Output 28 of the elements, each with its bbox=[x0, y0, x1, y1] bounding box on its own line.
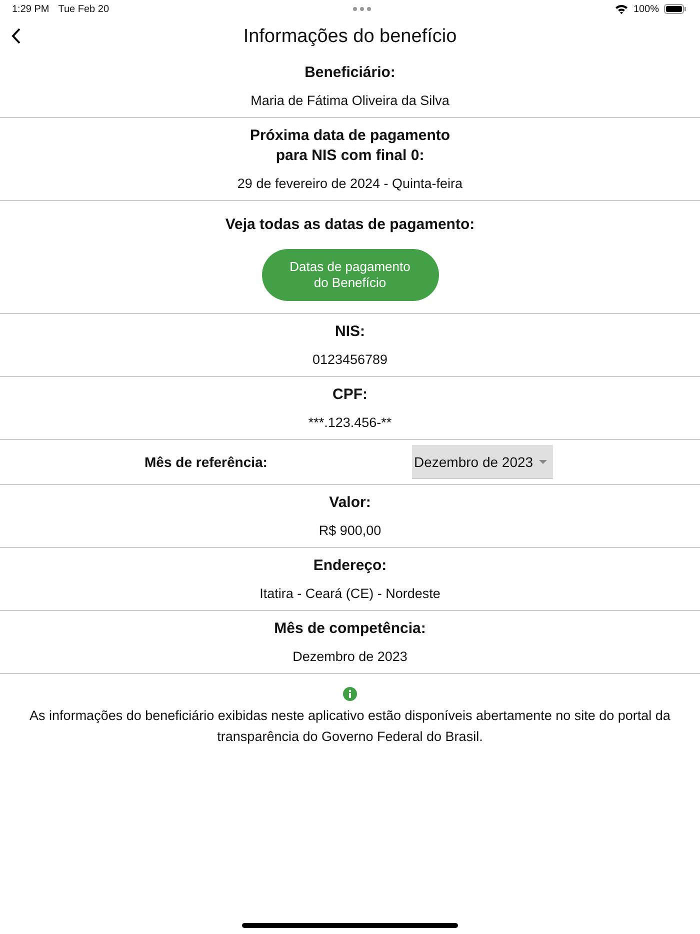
battery-level: 100% bbox=[633, 4, 660, 14]
battery-icon bbox=[664, 4, 686, 14]
field-label: Próxima data de pagamento para NIS com final 0: bbox=[250, 126, 450, 166]
month-dropdown[interactable]: Dezembro de 2023 bbox=[412, 445, 554, 479]
field-value: 29 de fevereiro de 2024 - Quinta-feira bbox=[237, 176, 463, 191]
field-value: R$ 900,00 bbox=[318, 523, 382, 538]
field-label: Valor: bbox=[329, 493, 371, 513]
status-time: 1:29 PM bbox=[12, 4, 50, 14]
back-icon[interactable] bbox=[11, 28, 21, 44]
field-value: Maria de Fátima Oliveira da Silva bbox=[250, 93, 450, 108]
screen-title: Informações do benefício bbox=[243, 26, 457, 48]
wifi-icon bbox=[615, 4, 628, 14]
field-label: Mês de referência: bbox=[144, 453, 268, 472]
field-label: Beneficiário: bbox=[304, 63, 396, 83]
caret-icon bbox=[539, 460, 548, 464]
field-label: Veja todas as datas de pagamento: bbox=[225, 215, 475, 235]
field-value: ***.123.456-** bbox=[308, 415, 392, 430]
field-value: 0123456789 bbox=[312, 352, 388, 367]
field-value: Itatira - Ceará (CE) - Nordeste bbox=[260, 586, 440, 601]
field-value: Dezembro de 2023 bbox=[292, 649, 408, 664]
info-icon bbox=[343, 687, 357, 701]
dots-icon bbox=[353, 7, 372, 11]
disclaimer-text: As informações do beneficiário exibidas neste aplicativo estão disponíveis abertamente no site do portal da transparência do Governo Federal do Brasil. bbox=[28, 707, 672, 746]
field-label: Mês de competência: bbox=[274, 619, 426, 639]
field-label: NIS: bbox=[335, 322, 365, 342]
field-label: CPF: bbox=[332, 385, 368, 405]
status-date: Tue Feb 20 bbox=[58, 4, 110, 14]
field-label: Endereço: bbox=[313, 556, 387, 576]
